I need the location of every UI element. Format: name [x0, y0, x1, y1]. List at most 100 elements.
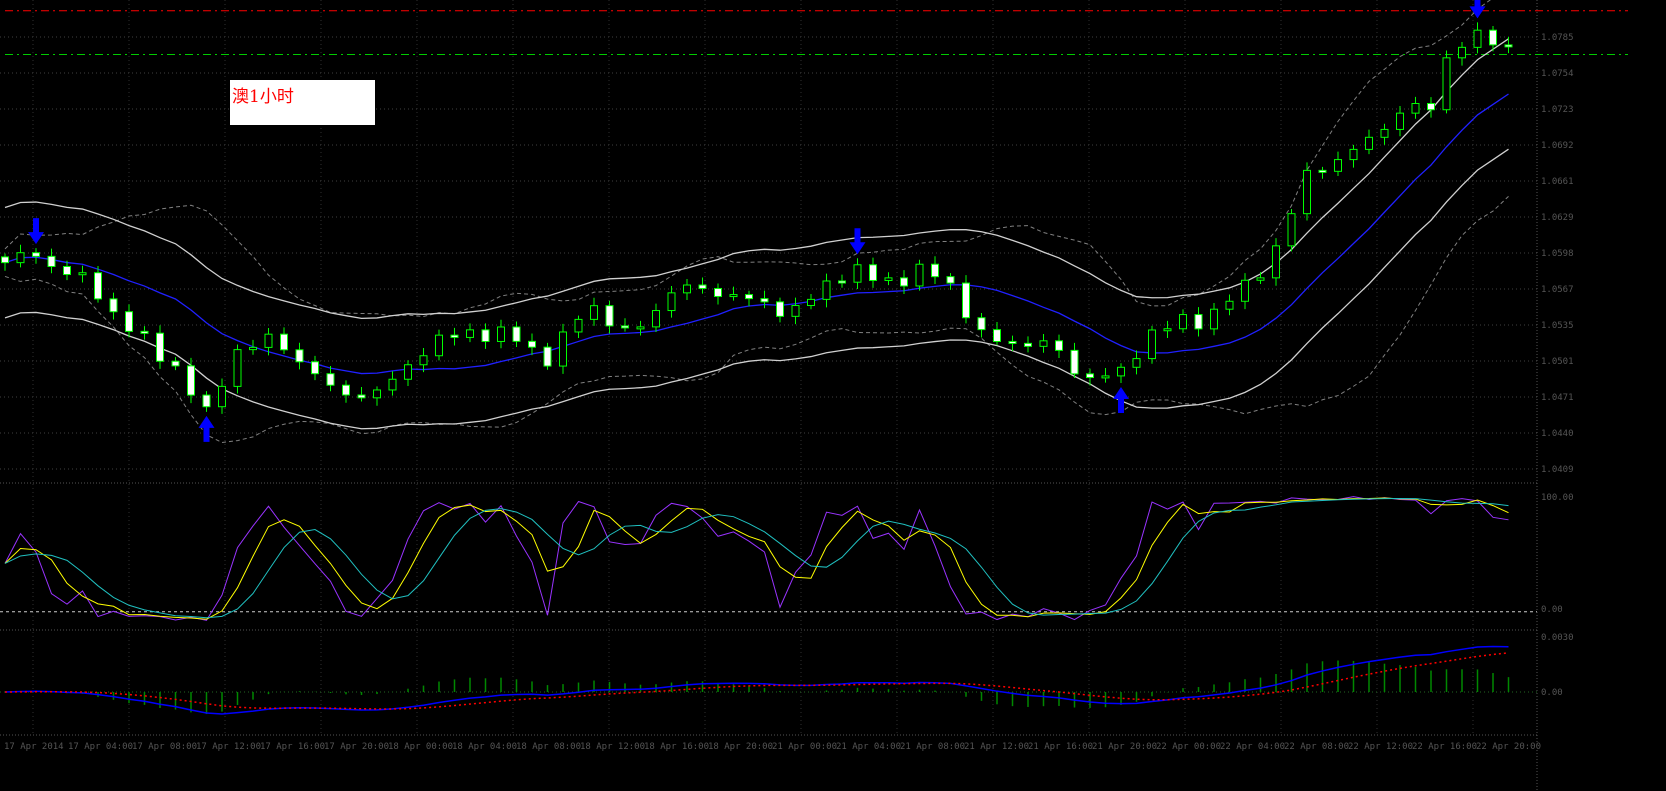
candle-body: [1365, 136, 1373, 150]
candle-body: [264, 333, 273, 348]
candle-body: [249, 346, 257, 351]
candle-body: [745, 294, 753, 300]
time-axis-label: 17 Apr 20:00: [324, 742, 389, 752]
candle-body: [295, 349, 304, 363]
candle-body: [1489, 29, 1497, 46]
price-axis-label: 1.0409: [1541, 465, 1574, 475]
time-axis-label: 17 Apr 04:00: [68, 742, 133, 752]
candle-body: [1411, 102, 1420, 114]
candle-body: [497, 326, 505, 342]
candle-body: [466, 329, 474, 338]
time-axis-label: 22 Apr 20:00: [1476, 742, 1541, 752]
candle-body: [884, 277, 893, 281]
candle-body: [171, 360, 180, 367]
candle-body: [202, 394, 211, 408]
candle-body: [1334, 159, 1342, 172]
candle-body: [1504, 44, 1513, 48]
candle-body: [915, 263, 924, 287]
candle-body: [311, 361, 319, 375]
candle-body: [977, 317, 986, 331]
candle-body: [776, 301, 784, 317]
price-axis-label: 1.0598: [1541, 249, 1574, 259]
macd-top-label: 0.0030: [1541, 633, 1574, 643]
candle-body: [900, 277, 908, 287]
stochastic-slow-line: [4, 498, 1509, 619]
candle-body: [156, 332, 164, 362]
candle-body: [1055, 340, 1063, 351]
candle-body: [481, 329, 490, 342]
candle-body: [32, 252, 40, 257]
candle-body: [342, 384, 350, 396]
price-axis-label: 1.0535: [1541, 321, 1574, 331]
time-axis-label: 18 Apr 20:00: [708, 742, 773, 752]
candle-body: [450, 334, 459, 338]
candle-body: [931, 263, 939, 278]
candle-body: [838, 280, 846, 284]
candle-body: [543, 346, 552, 367]
candle-body: [1070, 349, 1079, 375]
candle-body: [822, 280, 831, 300]
candle-body: [807, 298, 815, 307]
time-axis-label: 21 Apr 12:00: [964, 742, 1029, 752]
candle-body: [760, 298, 769, 303]
candle-body: [1318, 169, 1327, 173]
candle-body: [1117, 366, 1125, 377]
candle-body: [869, 264, 877, 281]
candle-body: [1, 256, 9, 264]
time-axis-label: 22 Apr 08:00: [1284, 742, 1349, 752]
time-axis-label: 22 Apr 00:00: [1156, 742, 1221, 752]
candle-body: [1427, 102, 1435, 111]
candle-body: [1086, 373, 1094, 379]
candle-body: [140, 330, 149, 334]
sell-arrow-icon: [28, 218, 44, 245]
price-axis-label: 1.0785: [1541, 33, 1574, 43]
oscillator-top-label: 100.00: [1541, 493, 1574, 503]
candle-body: [1179, 314, 1187, 330]
candle-body: [94, 272, 102, 300]
time-axis-label: 17 Apr 2014: [4, 742, 64, 752]
price-axis-label: 1.0440: [1541, 429, 1574, 439]
price-axis-label: 1.0567: [1541, 285, 1574, 295]
candle-body: [357, 394, 366, 399]
candle-body: [1008, 340, 1017, 344]
time-axis-label: 21 Apr 00:00: [772, 742, 837, 752]
time-axis-label: 18 Apr 08:00: [516, 742, 581, 752]
candle-body: [853, 264, 862, 283]
candle-body: [590, 305, 598, 320]
stochastic-signal-line: [4, 497, 1509, 620]
candle-body: [435, 334, 443, 357]
candle-body: [1442, 57, 1451, 111]
price-axis-label: 1.0661: [1541, 177, 1574, 187]
candle-body: [528, 340, 536, 348]
time-axis-label: 21 Apr 16:00: [1028, 742, 1093, 752]
candle-body: [1039, 340, 1048, 347]
time-axis-label: 18 Apr 00:00: [388, 742, 453, 752]
candle-body: [1210, 308, 1218, 330]
macd-line: [4, 645, 1509, 715]
chart-label-box: 澳1小时: [230, 80, 375, 125]
candle-body: [559, 331, 567, 367]
candle-body: [683, 284, 691, 294]
candle-body: [63, 265, 71, 276]
candle-body: [1303, 169, 1311, 215]
candle-body: [1473, 29, 1482, 48]
candle-body: [125, 311, 133, 332]
time-axis-label: 18 Apr 04:00: [452, 742, 517, 752]
candle-body: [791, 305, 800, 317]
candle-body: [621, 325, 629, 329]
sell-arrow-icon: [849, 228, 866, 255]
candle-body: [16, 252, 25, 264]
candle-body: [1024, 342, 1032, 347]
candle-body: [187, 365, 195, 396]
candle-body: [1349, 148, 1358, 161]
candle-body: [1272, 245, 1280, 279]
candle-body: [574, 318, 583, 333]
price-axis-label: 1.0754: [1541, 69, 1574, 79]
candle-body: [667, 292, 676, 312]
candle-body: [962, 282, 970, 319]
candle-body: [698, 284, 707, 289]
candle-body: [373, 389, 381, 399]
candle-body: [109, 298, 118, 313]
candle-body: [47, 255, 56, 267]
macd-signal-line: [4, 652, 1509, 710]
